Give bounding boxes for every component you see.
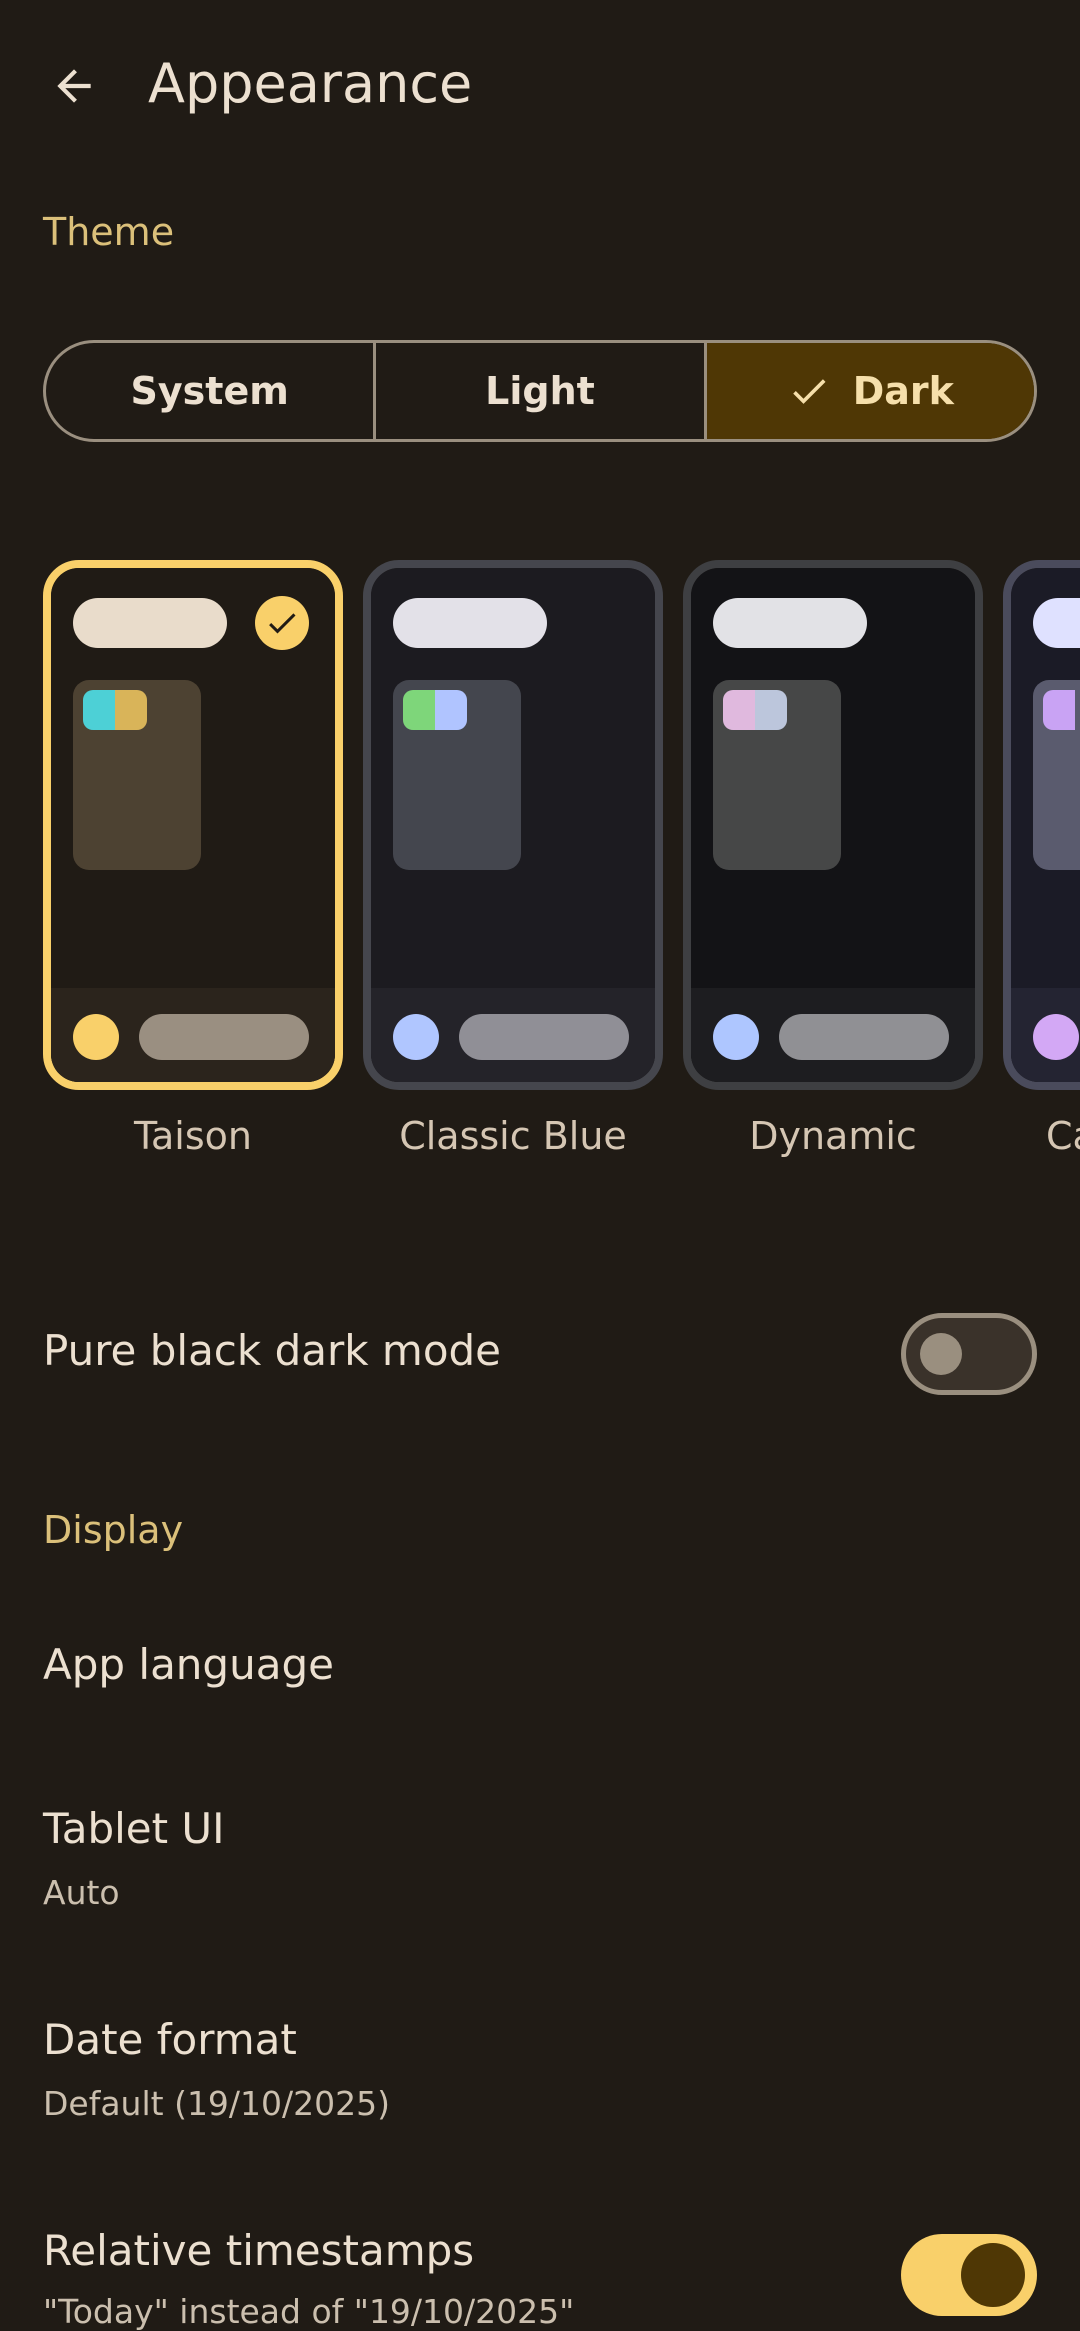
theme-card-partial[interactable] — [1003, 560, 1080, 1090]
date-format-title: Date format — [43, 2015, 297, 2064]
theme-label: Ca — [1046, 1114, 1080, 1158]
theme-card-classic-blue[interactable] — [363, 560, 663, 1090]
segment-label: System — [130, 369, 289, 413]
theme-label: Dynamic — [749, 1114, 917, 1158]
preview-pill — [779, 1014, 949, 1060]
theme-label: Classic Blue — [399, 1114, 627, 1158]
date-format-value: Default (19/10/2025) — [43, 2084, 391, 2123]
preview-swatch — [403, 690, 435, 730]
app-language-title: App language — [43, 1640, 334, 1689]
app-bar: Appearance — [0, 0, 1080, 170]
preview-dot — [1033, 1014, 1079, 1060]
switch-thumb — [920, 1333, 962, 1375]
relative-timestamps-subtitle: "Today" instead of "19/10/2025" — [43, 2292, 575, 2331]
relative-timestamps-title: Relative timestamps — [43, 2226, 475, 2275]
theme-picker: Taison Classic Blue Dynamic Ca — [0, 558, 1080, 1178]
selected-check-icon — [255, 596, 309, 650]
preview-dot — [73, 1014, 119, 1060]
tablet-ui-title: Tablet UI — [43, 1804, 225, 1853]
relative-timestamps-switch[interactable] — [901, 2234, 1037, 2316]
back-button[interactable] — [38, 50, 110, 122]
preview-toolbar — [713, 598, 867, 648]
preview-pill — [139, 1014, 309, 1060]
preview-toolbar — [393, 598, 547, 648]
page-title: Appearance — [148, 52, 473, 115]
theme-card-dynamic[interactable] — [683, 560, 983, 1090]
preview-toolbar — [1033, 598, 1080, 648]
preview-swatch — [755, 690, 787, 730]
segment-system[interactable]: System — [46, 343, 373, 439]
preview-dot — [713, 1014, 759, 1060]
preview-swatch — [83, 690, 115, 730]
segment-label: Light — [485, 369, 595, 413]
preview-pill — [459, 1014, 629, 1060]
section-header-theme: Theme — [43, 210, 175, 254]
theme-card-taison[interactable] — [43, 560, 343, 1090]
section-header-display: Display — [43, 1508, 184, 1552]
preview-swatch — [435, 690, 467, 730]
pure-black-switch[interactable] — [901, 1313, 1037, 1395]
preview-toolbar — [73, 598, 227, 648]
arrow-back-icon — [57, 69, 91, 103]
preview-swatch — [115, 690, 147, 730]
preview-swatch — [1043, 690, 1075, 730]
theme-label: Taison — [134, 1114, 252, 1158]
segment-label: Dark — [852, 369, 954, 413]
pure-black-title: Pure black dark mode — [43, 1326, 502, 1375]
switch-thumb — [961, 2243, 1025, 2307]
preview-swatch — [723, 690, 755, 730]
theme-mode-segmented-control: System Light Dark — [43, 340, 1037, 442]
check-icon — [792, 379, 826, 404]
segment-dark[interactable]: Dark — [703, 343, 1034, 439]
preview-dot — [393, 1014, 439, 1060]
tablet-ui-value: Auto — [43, 1873, 120, 1912]
segment-light[interactable]: Light — [373, 343, 703, 439]
